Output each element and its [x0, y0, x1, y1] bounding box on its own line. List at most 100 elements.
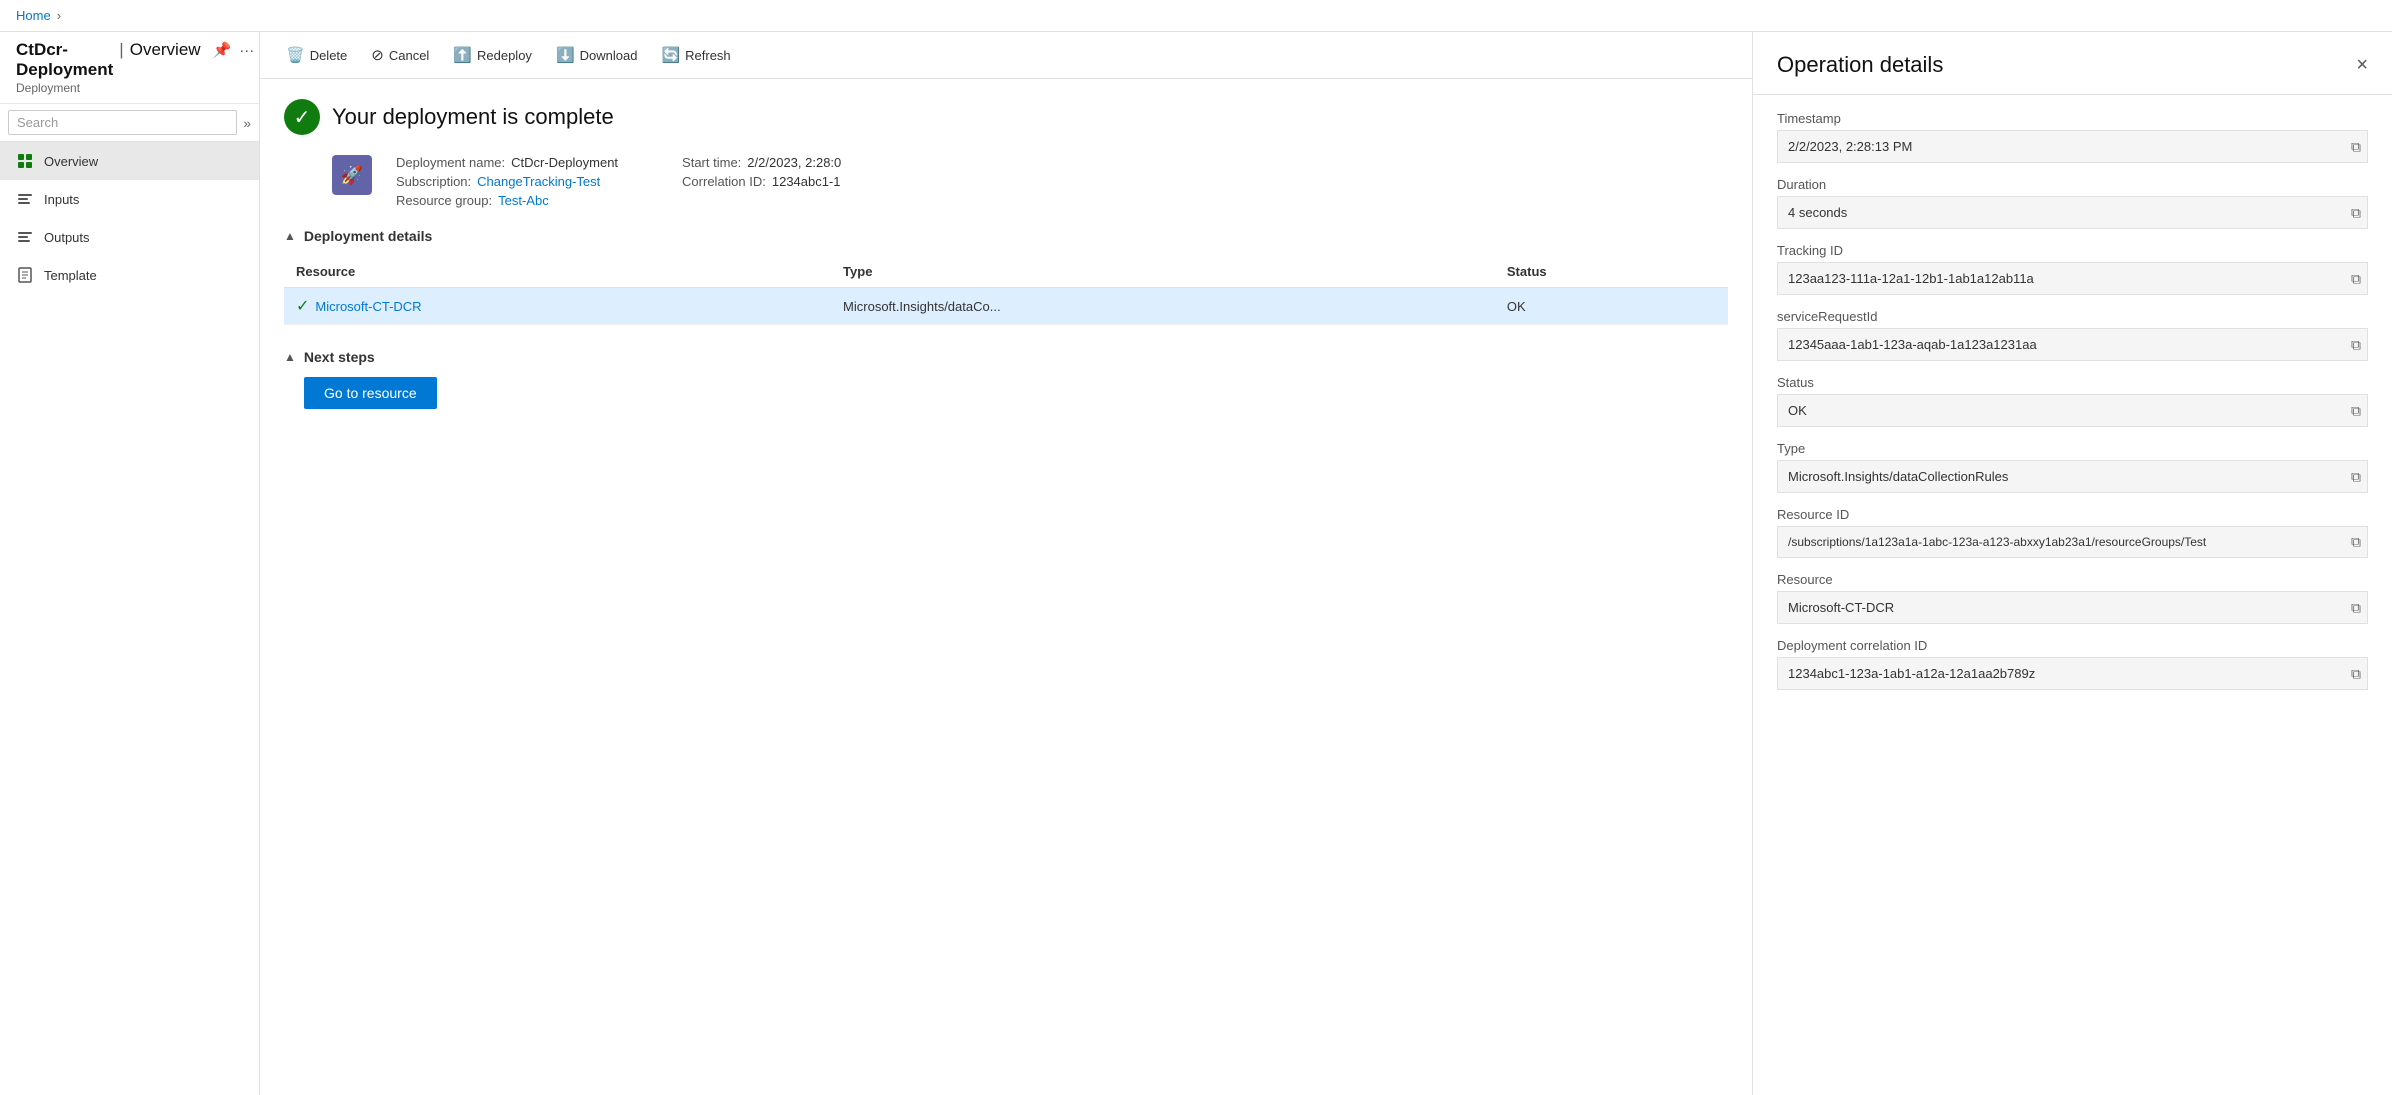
col-status: Status — [1495, 256, 1728, 288]
deployment-details-header[interactable]: ▲ Deployment details — [284, 228, 1728, 244]
deployment-correlation-id-value: 1234abc1-123a-1ab1-a12a-12a1aa2b789z — [1788, 666, 2035, 681]
home-link[interactable]: Home — [16, 8, 51, 23]
op-panel-title: Operation details — [1777, 52, 1943, 78]
timestamp-label: Timestamp — [1777, 111, 2368, 126]
next-steps-chevron-icon: ▲ — [284, 350, 296, 364]
resource-copy-button[interactable]: ⧉ — [2351, 599, 2361, 616]
type-label: Type — [1777, 441, 2368, 456]
pin-icon[interactable]: 📌 — [213, 41, 232, 59]
timestamp-value: 2/2/2023, 2:28:13 PM — [1788, 139, 1912, 154]
status-value-container: OK ⧉ — [1777, 394, 2368, 427]
deployment-icon: 🚀 — [332, 155, 372, 195]
sidebar-resource-name: CtDcr-Deployment — [16, 40, 113, 80]
download-button[interactable]: ⬇️ Download — [546, 40, 648, 70]
resource-id-label: Resource ID — [1777, 507, 2368, 522]
subscription-label: Subscription: — [396, 174, 471, 189]
deployment-table: Resource Type Status ✓ Microsoft-CT-DCR — [284, 256, 1728, 325]
collapse-button[interactable]: » — [243, 115, 251, 131]
sidebar-item-overview[interactable]: Overview — [0, 142, 259, 180]
operation-details-panel: Operation details × Timestamp 2/2/2023, … — [1752, 32, 2392, 1095]
download-icon: ⬇️ — [556, 46, 575, 64]
template-icon — [16, 266, 34, 284]
correlation-id-value: 1234abc1-1 — [772, 174, 841, 189]
type-value: Microsoft.Insights/dataCollectionRules — [1788, 469, 2008, 484]
search-input[interactable] — [8, 110, 237, 135]
resource-value: Microsoft-CT-DCR — [1788, 600, 1894, 615]
chevron-up-icon: ▲ — [284, 229, 296, 243]
search-container: » — [0, 104, 259, 142]
overview-icon — [16, 152, 34, 170]
main-content-area: 🗑️ Delete ⊘ Cancel ⬆️ Redeploy ⬇️ Downlo… — [260, 32, 1752, 1095]
refresh-icon: 🔄 — [661, 46, 680, 64]
resource-value-container: Microsoft-CT-DCR ⧉ — [1777, 591, 2368, 624]
delete-button[interactable]: 🗑️ Delete — [276, 40, 357, 70]
deployment-correlation-id-copy-button[interactable]: ⧉ — [2351, 665, 2361, 682]
tracking-id-value-container: 123aa123-111a-12a1-12b1-1ab1a12ab11a ⧉ — [1777, 262, 2368, 295]
sidebar-nav: Overview Inputs Outputs Te — [0, 142, 259, 1095]
start-time-label: Start time: — [682, 155, 741, 170]
duration-label: Duration — [1777, 177, 2368, 192]
deployment-name-value: CtDcr-Deployment — [511, 155, 618, 170]
type-value-container: Microsoft.Insights/dataCollectionRules ⧉ — [1777, 460, 2368, 493]
cancel-button[interactable]: ⊘ Cancel — [361, 40, 439, 70]
start-time-value: 2/2/2023, 2:28:0 — [747, 155, 841, 170]
table-row[interactable]: ✓ Microsoft-CT-DCR Microsoft.Insights/da… — [284, 288, 1728, 325]
tracking-id-value: 123aa123-111a-12a1-12b1-1ab1a12ab11a — [1788, 271, 2034, 286]
template-label: Template — [44, 268, 97, 283]
duration-value-container: 4 seconds ⧉ — [1777, 196, 2368, 229]
next-steps-label: Next steps — [304, 349, 375, 365]
timestamp-copy-button[interactable]: ⧉ — [2351, 138, 2361, 155]
op-panel-body: Timestamp 2/2/2023, 2:28:13 PM ⧉ Duratio… — [1753, 95, 2392, 1095]
inputs-icon — [16, 190, 34, 208]
tracking-id-copy-button[interactable]: ⧉ — [2351, 270, 2361, 287]
deployment-content: ✓ Your deployment is complete 🚀 Deployme… — [260, 79, 1752, 1095]
correlation-id-label: Correlation ID: — [682, 174, 766, 189]
timestamp-value-container: 2/2/2023, 2:28:13 PM ⧉ — [1777, 130, 2368, 163]
row-type: Microsoft.Insights/dataCo... — [831, 288, 1495, 325]
resource-id-copy-button[interactable]: ⧉ — [2351, 534, 2361, 551]
tracking-id-field: Tracking ID 123aa123-111a-12a1-12b1-1ab1… — [1777, 243, 2368, 295]
col-resource: Resource — [284, 256, 831, 288]
tracking-id-label: Tracking ID — [1777, 243, 2368, 258]
subscription-value[interactable]: ChangeTracking-Test — [477, 174, 600, 189]
type-copy-button[interactable]: ⧉ — [2351, 468, 2361, 485]
service-request-id-value-container: 12345aaa-1ab1-123a-aqab-1a123a1231aa ⧉ — [1777, 328, 2368, 361]
status-copy-button[interactable]: ⧉ — [2351, 402, 2361, 419]
status-label: Status — [1777, 375, 2368, 390]
breadcrumb: Home › — [0, 0, 2392, 32]
outputs-label: Outputs — [44, 230, 90, 245]
deployment-name-label: Deployment name: — [396, 155, 505, 170]
sidebar-page-name: Overview — [130, 40, 201, 60]
deployment-status-header: ✓ Your deployment is complete — [284, 99, 1728, 135]
redeploy-button[interactable]: ⬆️ Redeploy — [443, 40, 542, 70]
deployment-correlation-id-field: Deployment correlation ID 1234abc1-123a-… — [1777, 638, 2368, 690]
outputs-icon — [16, 228, 34, 246]
status-value: OK — [1788, 403, 1807, 418]
deployment-title: Your deployment is complete — [332, 104, 614, 130]
more-options-icon[interactable]: ··· — [239, 42, 254, 59]
timestamp-field: Timestamp 2/2/2023, 2:28:13 PM ⧉ — [1777, 111, 2368, 163]
refresh-button[interactable]: 🔄 Refresh — [651, 40, 740, 70]
resource-id-value: /subscriptions/1a123a1a-1abc-123a-a123-a… — [1788, 535, 2206, 549]
type-field: Type Microsoft.Insights/dataCollectionRu… — [1777, 441, 2368, 493]
resource-link[interactable]: ✓ Microsoft-CT-DCR — [296, 296, 819, 316]
resource-field: Resource Microsoft-CT-DCR ⧉ — [1777, 572, 2368, 624]
next-steps-header[interactable]: ▲ Next steps — [284, 349, 1728, 365]
sidebar-item-template[interactable]: Template — [0, 256, 259, 294]
row-resource: ✓ Microsoft-CT-DCR — [284, 288, 831, 325]
resource-id-value-container: /subscriptions/1a123a1a-1abc-123a-a123-a… — [1777, 526, 2368, 558]
sidebar-item-outputs[interactable]: Outputs — [0, 218, 259, 256]
service-request-id-copy-button[interactable]: ⧉ — [2351, 336, 2361, 353]
success-icon: ✓ — [284, 99, 320, 135]
op-panel-header: Operation details × — [1753, 32, 2392, 95]
sidebar: CtDcr-Deployment | Overview 📌 ··· Deploy… — [0, 32, 260, 1095]
row-success-icon: ✓ — [296, 296, 309, 316]
service-request-id-field: serviceRequestId 12345aaa-1ab1-123a-aqab… — [1777, 309, 2368, 361]
duration-value: 4 seconds — [1788, 205, 1847, 220]
duration-copy-button[interactable]: ⧉ — [2351, 204, 2361, 221]
go-to-resource-button[interactable]: Go to resource — [304, 377, 437, 409]
sidebar-item-inputs[interactable]: Inputs — [0, 180, 259, 218]
close-button[interactable]: × — [2356, 54, 2368, 77]
inputs-label: Inputs — [44, 192, 79, 207]
resource-group-value[interactable]: Test-Abc — [498, 193, 549, 208]
